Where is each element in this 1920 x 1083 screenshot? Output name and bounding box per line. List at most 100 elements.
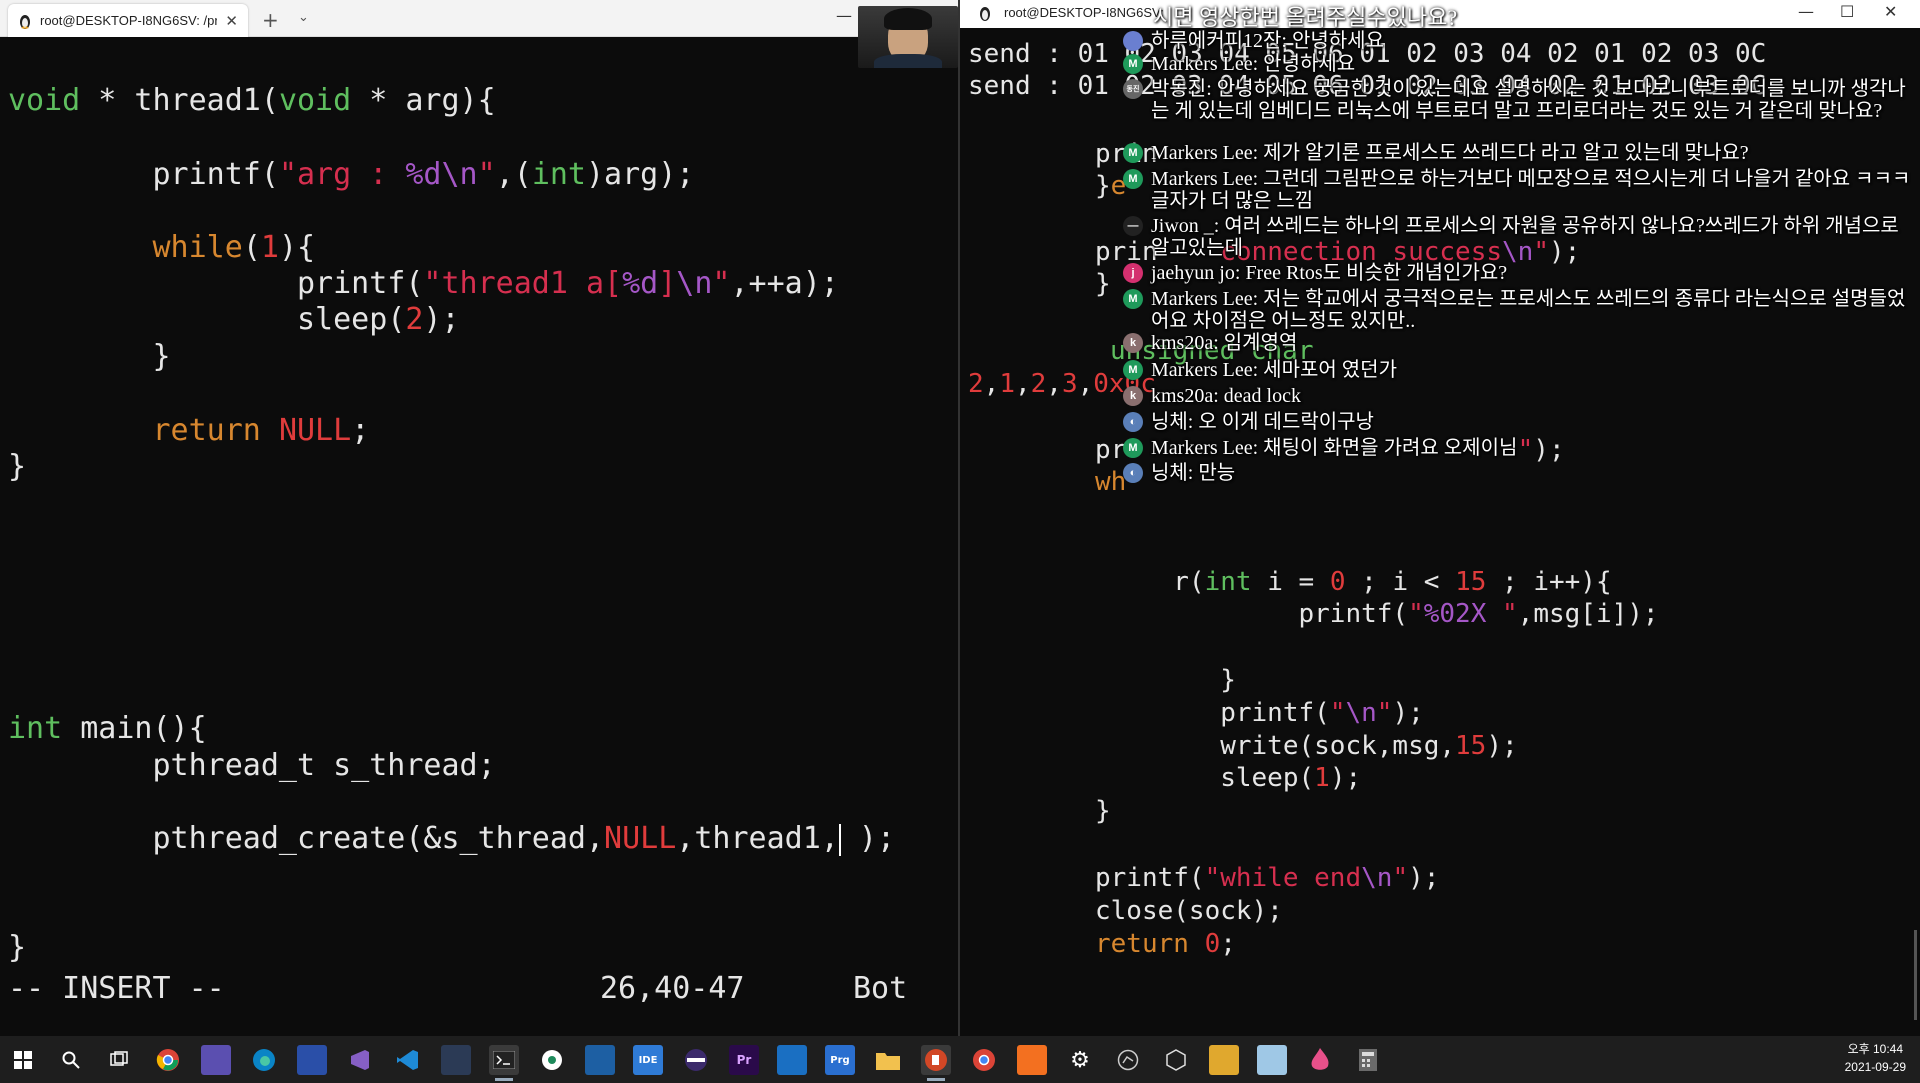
avatar: k xyxy=(1123,333,1143,353)
visual-studio-icon[interactable] xyxy=(345,1045,375,1075)
chat-message: M Markers Lee: 안녕하세요 xyxy=(1123,53,1913,75)
settings-icon[interactable]: ⚙ xyxy=(1065,1045,1095,1075)
terminal-icon[interactable] xyxy=(489,1045,519,1081)
avatar: ◐ xyxy=(1123,412,1143,432)
chat-message: M Markers Lee: 제가 알기론 프로세스도 쓰레드다 라고 알고 있는… xyxy=(1123,142,1913,164)
chat-text: 여러 쓰레드는 하나의 프로세스의 자원을 공유하지 않나요?쓰레드가 하위 개… xyxy=(1151,215,1899,259)
search-icon[interactable] xyxy=(56,1045,86,1075)
linux-icon xyxy=(980,7,990,21)
app-circle-icon[interactable] xyxy=(537,1045,567,1075)
code-line: return 0; xyxy=(1095,929,1236,959)
clock-date: 2021-09-29 xyxy=(1844,1060,1906,1074)
code-line: printf("while end\n"); xyxy=(1095,863,1440,893)
left-titlebar[interactable]: root@DESKTOP-I8NG6SV: /prc ✕ + ⌄ — ☐ xyxy=(0,0,958,37)
close-button[interactable]: ✕ xyxy=(1884,2,1897,21)
scrollbar[interactable] xyxy=(1914,930,1917,1020)
chat-author: 하루에커피12잔: xyxy=(1151,30,1287,52)
minimize-button[interactable]: — xyxy=(836,6,852,25)
code-line: } xyxy=(8,449,27,484)
code-line: } xyxy=(8,930,27,965)
text-cursor xyxy=(838,823,841,856)
maximize-button[interactable]: ☐ xyxy=(1840,2,1854,21)
code-line: }e xyxy=(1095,171,1127,201)
minimize-button[interactable]: — xyxy=(1798,2,1814,21)
task-view-icon[interactable] xyxy=(104,1045,134,1075)
avatar: — xyxy=(1123,216,1143,236)
code-line: wh xyxy=(1095,467,1127,497)
chat-message: 하루에커피12잔: 안녕하세요 xyxy=(1123,30,1913,52)
chat-message: k kms20a: 임계영역 xyxy=(1123,332,1913,354)
chat-text: 임계영역 xyxy=(1223,332,1298,354)
xampp-icon[interactable] xyxy=(1017,1045,1047,1075)
chat-text: 제가 알기론 프로세스도 쓰레드다 라고 알고 있는데 맞나요? xyxy=(1263,142,1749,164)
calculator-icon[interactable] xyxy=(1353,1045,1383,1075)
chat-message: k kms20a: dead lock xyxy=(1123,385,1913,407)
chevron-down-icon[interactable]: ⌄ xyxy=(298,10,309,25)
vim-mode-indicator: -- INSERT -- xyxy=(8,971,225,1006)
chat-author: Markers Lee: xyxy=(1151,288,1259,310)
tab-terminal[interactable]: root@DESKTOP-I8NG6SV: /prc ✕ xyxy=(8,4,248,37)
code-line: pthread_t s_thread; xyxy=(8,748,496,783)
avatar: M xyxy=(1123,143,1143,163)
chat-message: 동진 박동진: 안녕하세요 궁금한 것이 있는데요 설명하시는 것 보다보니 부트… xyxy=(1123,78,1913,122)
app-dark-icon[interactable] xyxy=(441,1045,471,1075)
chat-author: Markers Lee: xyxy=(1151,168,1259,190)
avatar: M xyxy=(1123,54,1143,74)
code-line: printf("arg : %d\n",(int)arg); xyxy=(8,157,695,192)
code-line: pthread_create(&s_thread,NULL,thread1, )… xyxy=(8,821,896,856)
chat-text: 채팅이 화면을 가려요 오제이님 xyxy=(1263,437,1518,459)
vim-cursor-position: 26,40-47 xyxy=(600,971,745,1006)
chat-text: 저는 학교에서 궁극적으로는 프로세스도 쓰레드의 종류다 라는식으로 설명들었… xyxy=(1151,288,1906,332)
chat-message: M Markers Lee: 그런데 그림판으로 하는거보다 메모장으로 적으시는… xyxy=(1123,168,1913,212)
vscode-icon[interactable] xyxy=(393,1045,423,1075)
new-tab-button[interactable]: + xyxy=(262,8,279,32)
premiere-pro-icon[interactable]: Pr xyxy=(729,1045,759,1075)
avatar xyxy=(1123,31,1143,51)
app-purple-icon[interactable] xyxy=(201,1045,231,1075)
clock-time: 오후 10:44 xyxy=(1847,1042,1904,1056)
chat-author: Jiwon _: xyxy=(1151,215,1220,237)
avatar: M xyxy=(1123,438,1143,458)
app-blue-icon[interactable] xyxy=(297,1045,327,1075)
left-terminal-window[interactable]: root@DESKTOP-I8NG6SV: /prc ✕ + ⌄ — ☐ voi… xyxy=(0,0,958,1036)
file-explorer-icon[interactable] xyxy=(873,1045,903,1075)
windows-start-icon[interactable] xyxy=(8,1045,38,1075)
clock[interactable]: 오후 10:44 2021-09-29 xyxy=(1845,1040,1906,1076)
ide-icon[interactable]: IDE xyxy=(633,1045,663,1075)
code-line: close(sock); xyxy=(1095,896,1283,926)
powerpoint-icon[interactable] xyxy=(921,1045,951,1081)
close-tab-icon[interactable]: ✕ xyxy=(225,12,238,30)
edge-icon[interactable] xyxy=(249,1045,279,1075)
app-3d-icon[interactable] xyxy=(1161,1045,1191,1075)
avatar: M xyxy=(1123,169,1143,189)
chat-text: 안녕하세요 xyxy=(1291,30,1384,52)
chat-text: Free Rtos도 비슷한 개념인가요? xyxy=(1245,262,1508,284)
chat-message: — Jiwon _: 여러 쓰레드는 하나의 프로세스의 자원을 공유하지 않나요… xyxy=(1123,215,1913,259)
chrome-icon[interactable] xyxy=(153,1045,183,1075)
app-gray-icon[interactable] xyxy=(1113,1045,1143,1075)
chat-overlay-title: 시면 영상한번 올려주실수있나요? xyxy=(1153,5,1458,30)
avatar: M xyxy=(1123,360,1143,380)
chat-author: jaehyun jo: xyxy=(1151,262,1241,284)
code-line: } xyxy=(1095,269,1111,299)
app-window-icon[interactable] xyxy=(585,1045,615,1075)
chrome-alt-icon[interactable] xyxy=(969,1045,999,1075)
chat-text: 안녕하세요 궁금한 것이 있는데요 설명하시는 것 보다보니 부트로더를 보니까… xyxy=(1151,78,1906,122)
app-yellow-icon[interactable] xyxy=(1209,1045,1239,1075)
prog-icon[interactable]: Prg xyxy=(825,1045,855,1075)
code-line: while(1){ xyxy=(152,230,316,265)
chat-message: j jaehyun jo: Free Rtos도 비슷한 개념인가요? xyxy=(1123,262,1913,284)
vim-scroll-position: Bot xyxy=(853,971,908,1006)
chat-author: 닝체: xyxy=(1151,411,1194,433)
app-cloud-icon[interactable] xyxy=(1257,1045,1287,1075)
code-line: return NULL; xyxy=(152,413,370,448)
code-line: } xyxy=(1095,665,1236,695)
app-flame-icon[interactable] xyxy=(1305,1045,1335,1075)
chat-author: 닝체: xyxy=(1151,462,1194,484)
app-store-icon[interactable] xyxy=(777,1045,807,1075)
eclipse-icon[interactable] xyxy=(681,1045,711,1075)
avatar: k xyxy=(1123,386,1143,406)
chat-message: M Markers Lee: 채팅이 화면을 가려요 오제이님 xyxy=(1123,437,1913,459)
chat-message: ◐ 닝체: 만능 xyxy=(1123,462,1913,484)
code-line: } xyxy=(8,339,171,374)
